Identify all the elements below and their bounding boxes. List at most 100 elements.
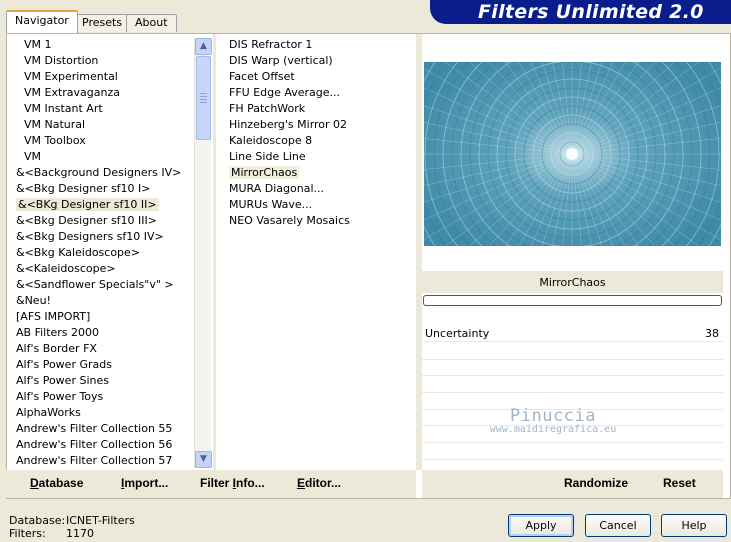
category-item[interactable]: &<Bkg Designer sf10 I> [8,181,194,197]
randomize-button[interactable]: Randomize [564,476,628,490]
import-button[interactable]: Import... [121,476,168,490]
filter-item[interactable]: Hinzeberg's Mirror 02 [221,117,411,133]
filter-label: DIS Refractor 1 [229,38,313,51]
filter-item[interactable]: DIS Refractor 1 [221,37,411,53]
scroll-thumb[interactable] [196,56,211,140]
cancel-button[interactable]: Cancel [585,514,651,537]
filter-label: DIS Warp (vertical) [229,54,333,67]
category-label: VM Distortion [24,54,99,67]
filter-list[interactable]: DIS Refractor 1 DIS Warp (vertical) Facet … [221,37,411,469]
category-label: VM [24,150,42,163]
parameter-row [422,427,723,443]
tab-presets[interactable]: Presets [73,14,132,32]
category-label: Andrew's Filter Collection 57 [16,454,173,467]
right-toolbar: Randomize Reset [422,470,723,498]
scroll-up-button[interactable]: ▲ [195,38,212,55]
filter-item[interactable]: Kaleidoscope 8 [221,133,411,149]
filter-label: MURA Diagonal... [229,182,324,195]
category-label: &<BKg Designer sf10 II> [16,198,159,211]
preview-image [424,62,721,246]
category-item[interactable]: Alf's Power Sines [8,373,194,389]
parameter-row[interactable]: Uncertainty 38 [422,326,723,342]
editor-button[interactable]: Editor... [297,476,341,490]
category-label: &<Bkg Designer sf10 I> [16,182,151,195]
category-label: Alf's Power Sines [16,374,109,387]
category-label: AB Filters 2000 [16,326,100,339]
category-list[interactable]: VM 1 VM Distortion VM Experimental VM Extra… [8,37,194,469]
category-item[interactable]: VM Natural [8,117,194,133]
scroll-down-button[interactable]: ▼ [195,451,212,468]
tab-navigator[interactable]: Navigator [6,10,78,33]
database-label: Database: [9,514,66,527]
category-item[interactable]: Andrew's Filter Collection 56 [8,437,194,453]
reset-button[interactable]: Reset [663,476,696,490]
chevron-up-icon: ▲ [200,41,207,51]
category-item[interactable]: &<Kaleidoscope> [8,261,194,277]
category-label: VM Experimental [24,70,118,83]
filter-item[interactable]: DIS Warp (vertical) [221,53,411,69]
apply-button[interactable]: Apply [508,514,574,537]
category-label: Andrew's Filter Collection 56 [16,438,173,451]
category-label: Alf's Power Grads [16,358,112,371]
database-info: Database:ICNET-Filters Filters: 1170 [9,514,135,540]
category-label: VM Natural [24,118,86,131]
parameter-row [422,360,723,376]
category-label: AlphaWorks [16,406,81,419]
filter-item[interactable]: NEO Vasarely Mosaics [221,213,411,229]
category-item[interactable]: Alf's Power Toys [8,389,194,405]
category-label: &<Sandflower Specials"v" > [16,278,174,291]
database-button[interactable]: Database [30,476,83,490]
category-item[interactable]: &<Bkg Kaleidoscope> [8,245,194,261]
category-label: VM Toolbox [24,134,86,147]
category-item[interactable]: VM Experimental [8,69,194,85]
database-value: ICNET-Filters [66,514,135,527]
progress-bar [423,295,722,306]
parameter-value[interactable]: 38 [705,326,719,342]
category-item[interactable]: VM Extravaganza [8,85,194,101]
category-label: Alf's Border FX [16,342,97,355]
filter-label: NEO Vasarely Mosaics [229,214,350,227]
category-item[interactable]: [AFS IMPORT] [8,309,194,325]
category-item[interactable]: VM Distortion [8,53,194,69]
filters-label: Filters: [9,527,46,540]
category-item[interactable]: AlphaWorks [8,405,194,421]
category-label: [AFS IMPORT] [16,310,91,323]
app-banner-title: Filters Unlimited 2.0 [430,0,731,24]
filter-info-button[interactable]: Filter Info... [200,476,265,490]
filter-item[interactable]: FFU Edge Average... [221,85,411,101]
category-item[interactable]: Alf's Border FX [8,341,194,357]
parameter-row [422,344,723,360]
category-item[interactable]: VM Toolbox [8,133,194,149]
category-label: VM Instant Art [24,102,103,115]
category-item[interactable]: &<BKg Designer sf10 II> [8,197,194,213]
parameter-row [422,410,723,426]
filter-item[interactable]: Facet Offset [221,69,411,85]
filter-label: Facet Offset [229,70,295,83]
category-item[interactable]: &<Sandflower Specials"v" > [8,277,194,293]
category-item[interactable]: Andrew's Filter Collection 57 [8,453,194,469]
category-item[interactable]: VM Instant Art [8,101,194,117]
help-button[interactable]: Help [661,514,727,537]
category-item[interactable]: VM [8,149,194,165]
filter-label: Hinzeberg's Mirror 02 [229,118,348,131]
filter-label: FH PatchWork [229,102,306,115]
left-toolbar: Database Import... Filter Info... Editor… [6,470,416,498]
category-item[interactable]: &Neu! [8,293,194,309]
filter-item[interactable]: FH PatchWork [221,101,411,117]
category-item[interactable]: &<Background Designers IV> [8,165,194,181]
category-item[interactable]: Alf's Power Grads [8,357,194,373]
parameter-row [422,444,723,460]
chevron-down-icon: ▼ [200,454,207,464]
filter-item[interactable]: MirrorChaos [221,165,411,181]
filter-item[interactable]: Line Side Line [221,149,411,165]
filter-item[interactable]: MURA Diagonal... [221,181,411,197]
category-label: &<Background Designers IV> [16,166,182,179]
category-scrollbar[interactable]: ▲ ▼ [194,38,212,468]
category-item[interactable]: &<Bkg Designer sf10 III> [8,213,194,229]
category-item[interactable]: AB Filters 2000 [8,325,194,341]
filter-item[interactable]: MURUs Wave... [221,197,411,213]
category-item[interactable]: VM 1 [8,37,194,53]
category-item[interactable]: Andrew's Filter Collection 55 [8,421,194,437]
tab-about[interactable]: About [126,14,177,32]
category-item[interactable]: &<Bkg Designers sf10 IV> [8,229,194,245]
